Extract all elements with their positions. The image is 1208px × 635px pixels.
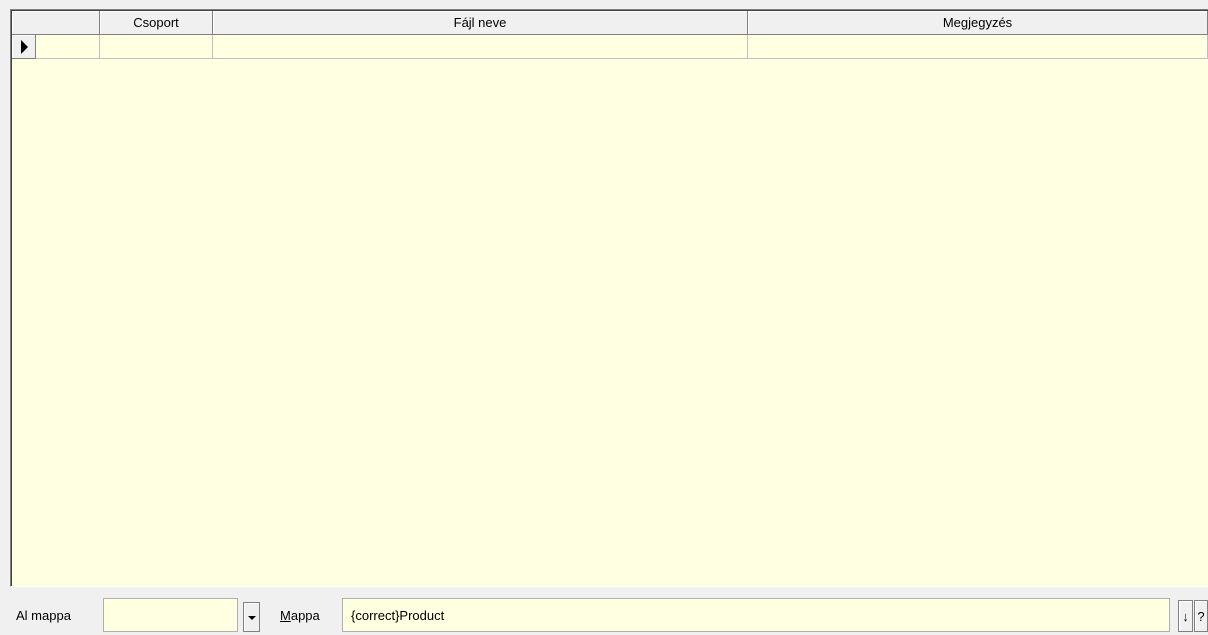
al-mappa-label: Al mappa bbox=[16, 608, 71, 623]
al-mappa-dropdown-button[interactable] bbox=[243, 602, 260, 632]
current-row-arrow-icon bbox=[21, 40, 28, 54]
row-blank-cell[interactable] bbox=[36, 35, 100, 59]
al-mappa-combobox[interactable] bbox=[103, 598, 238, 632]
cell-fajl-neve[interactable] bbox=[213, 35, 748, 59]
row-indicator[interactable] bbox=[12, 35, 36, 59]
header-indicator-cell bbox=[12, 11, 100, 35]
files-grid[interactable]: Csoport Fájl neve Megjegyzés bbox=[10, 9, 1208, 587]
mappa-input[interactable]: {correct}Product bbox=[342, 598, 1170, 632]
table-row[interactable] bbox=[12, 35, 1208, 59]
help-button[interactable]: ? bbox=[1194, 600, 1208, 632]
column-header-csoport[interactable]: Csoport bbox=[100, 11, 213, 35]
mappa-label: Mappa bbox=[280, 608, 320, 623]
column-header-fajl-neve[interactable]: Fájl neve bbox=[213, 11, 748, 35]
mappa-label-text: appa bbox=[290, 608, 320, 623]
cell-megjegyzes[interactable] bbox=[748, 35, 1208, 59]
mappa-label-accelerator: M bbox=[280, 608, 291, 623]
grid-body: Csoport Fájl neve Megjegyzés bbox=[11, 10, 1208, 586]
cell-csoport[interactable] bbox=[100, 35, 213, 59]
column-header-megjegyzes[interactable]: Megjegyzés bbox=[748, 11, 1208, 35]
chevron-down-icon bbox=[248, 616, 256, 620]
down-arrow-button[interactable]: ↓ bbox=[1178, 600, 1193, 632]
grid-header-row: Csoport Fájl neve Megjegyzés bbox=[12, 11, 1208, 35]
